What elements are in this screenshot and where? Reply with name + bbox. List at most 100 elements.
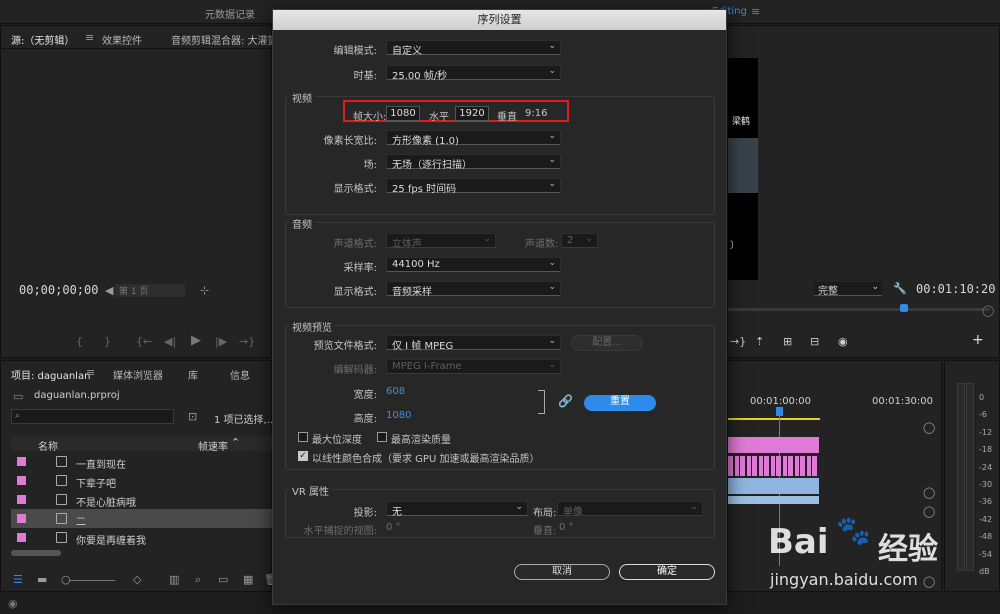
add-button-icon[interactable]: +: [972, 333, 984, 347]
list-view-icon[interactable]: ☰: [13, 574, 23, 585]
fit-icon[interactable]: ⊹: [200, 285, 209, 296]
playhead-handle[interactable]: [776, 407, 783, 416]
dialog-title: 序列设置: [273, 10, 726, 30]
tab-media-browser[interactable]: 媒体浏览器: [113, 367, 163, 382]
watermark-url: jingyan.baidu.com: [770, 570, 918, 589]
chevron-down-icon: ⌄: [548, 131, 556, 141]
height-value[interactable]: 1080: [386, 410, 411, 421]
new-bin-icon[interactable]: ⊡: [188, 411, 197, 422]
prev-page-icon[interactable]: ◀: [105, 285, 113, 296]
workspace-tab[interactable]: 元数据记录: [205, 6, 255, 21]
horizontal-scrollbar[interactable]: [11, 550, 61, 556]
playhead-handle[interactable]: [900, 304, 908, 312]
new-item-icon[interactable]: ▦: [243, 574, 253, 585]
preview-format-label: 预览文件格式:: [313, 341, 377, 352]
config-button[interactable]: 配置...: [571, 335, 643, 351]
find-icon[interactable]: ⌕: [195, 574, 201, 585]
item-name: 你要是再缠着我: [76, 536, 146, 547]
camera-icon[interactable]: ◉: [838, 336, 848, 347]
menu-icon[interactable]: ≡: [751, 6, 760, 17]
par-select[interactable]: 方形像素 (1.0) ⌄: [386, 130, 561, 147]
work-area-bar[interactable]: [728, 418, 820, 420]
zoom-slider[interactable]: [69, 580, 115, 581]
cancel-button[interactable]: 取消: [514, 564, 610, 580]
status-icon: ◉: [8, 597, 18, 610]
meter-tick: -54: [979, 549, 993, 559]
automate-icon[interactable]: ▥: [169, 574, 179, 585]
list-item[interactable]: 不是心脏病哦: [11, 490, 273, 509]
tab-audio-mixer[interactable]: 音频剪辑混合器: 大灌篮副: [171, 32, 288, 47]
scroll-handle-icon[interactable]: ◯: [923, 487, 935, 498]
timebase-select[interactable]: 25.00 帧/秒 ⌄: [386, 65, 561, 82]
edit-mode-select[interactable]: 自定义 ⌄: [386, 40, 561, 57]
menu-icon[interactable]: ≡: [86, 367, 95, 378]
list-item[interactable]: 下辈子吧: [11, 471, 273, 490]
sort-up-icon[interactable]: ⌃: [231, 436, 240, 449]
audio-clip-2[interactable]: [728, 496, 819, 504]
insert-icon[interactable]: ⊞: [783, 336, 792, 347]
video-preview-title: 视频预览: [289, 319, 335, 334]
program-scrubber[interactable]: [728, 308, 990, 311]
project-search-input[interactable]: ⌕: [11, 409, 174, 424]
mark-out-icon[interactable]: }: [104, 336, 111, 347]
lift-icon[interactable]: ⇡: [755, 336, 764, 347]
linear-checkbox[interactable]: ✓: [298, 451, 308, 461]
chevron-down-icon: ⌄: [548, 155, 556, 165]
audio-display-select[interactable]: 音频采样 ⌄: [386, 281, 561, 298]
tab-project[interactable]: 项目: daguanlan: [11, 367, 90, 382]
width-value[interactable]: 608: [386, 386, 405, 397]
max-depth-checkbox[interactable]: [298, 432, 308, 442]
projection-select[interactable]: 无 ⌄: [386, 501, 528, 518]
scroll-handle-icon[interactable]: ◯: [982, 305, 994, 316]
new-bin-icon[interactable]: ▭: [218, 574, 228, 585]
list-item[interactable]: 你要是再缠着我: [11, 528, 273, 547]
play-icon[interactable]: ▶: [191, 334, 201, 347]
channel-format-select[interactable]: 立体声 ⌄: [386, 233, 496, 250]
sort-icon[interactable]: ◇: [133, 574, 141, 585]
frame-width-input[interactable]: 1080: [386, 106, 420, 121]
tab-libraries[interactable]: 库: [188, 367, 198, 382]
step-forward-icon[interactable]: |▶: [215, 336, 227, 347]
reset-button[interactable]: 重置: [584, 395, 656, 411]
page-selector[interactable]: 第 1 页: [115, 284, 185, 297]
sequence-icon: [56, 513, 67, 524]
channels-select[interactable]: 2 ⌄: [561, 233, 598, 248]
tab-effect-controls[interactable]: 效果控件: [102, 32, 142, 47]
col-fps[interactable]: 帧速率: [198, 438, 228, 453]
field-select[interactable]: 无场（逐行扫描） ⌄: [386, 154, 561, 171]
overwrite-icon[interactable]: ⊟: [810, 336, 819, 347]
max-quality-checkbox[interactable]: [377, 432, 387, 442]
scroll-handle-icon[interactable]: ◯: [923, 422, 935, 433]
col-name[interactable]: 名称: [38, 438, 58, 453]
chevron-down-icon: ⌄: [585, 234, 593, 244]
list-item[interactable]: 一直到现在: [11, 452, 273, 471]
timebase-label: 时基:: [353, 71, 377, 82]
tab-source[interactable]: 源:（无剪辑）: [11, 32, 74, 47]
channels-value: 2: [567, 235, 574, 246]
display-format-select[interactable]: 25 fps 时间码 ⌄: [386, 178, 561, 195]
codec-select[interactable]: MPEG I-Frame ⌄: [386, 359, 561, 374]
ok-button[interactable]: 确定: [619, 564, 715, 580]
sample-rate-select[interactable]: 44100 Hz ⌄: [386, 257, 561, 272]
video-clip-strip[interactable]: [728, 456, 819, 476]
layout-select[interactable]: 单像 ⌄: [557, 501, 703, 518]
step-back-icon[interactable]: ◀|: [164, 336, 176, 347]
list-item-selected[interactable]: 二: [11, 509, 273, 528]
chevron-down-icon: ⌄: [515, 502, 523, 512]
zoom-select[interactable]: 完整 ⌄: [814, 282, 882, 297]
tab-info[interactable]: 信息: [230, 367, 250, 382]
go-to-out-icon[interactable]: →}: [730, 336, 746, 347]
frame-height-input[interactable]: 1920: [455, 106, 489, 121]
preview-format-select[interactable]: 仅 I 帧 MPEG ⌄: [386, 335, 561, 352]
audio-clip[interactable]: [728, 478, 819, 494]
icon-view-icon[interactable]: ▬: [37, 574, 47, 585]
project-file: daguanlan.prproj: [34, 390, 120, 401]
video-clip[interactable]: [728, 437, 819, 453]
menu-icon[interactable]: ≡: [85, 32, 94, 43]
mark-in-icon[interactable]: {: [76, 336, 83, 347]
go-to-out-icon[interactable]: →}: [239, 336, 255, 347]
ruler-label: 00:01:00:00: [750, 396, 812, 407]
link-icon[interactable]: 🔗: [558, 394, 573, 408]
go-to-in-icon[interactable]: {←: [136, 336, 152, 347]
wrench-icon[interactable]: 🔧: [893, 283, 907, 294]
